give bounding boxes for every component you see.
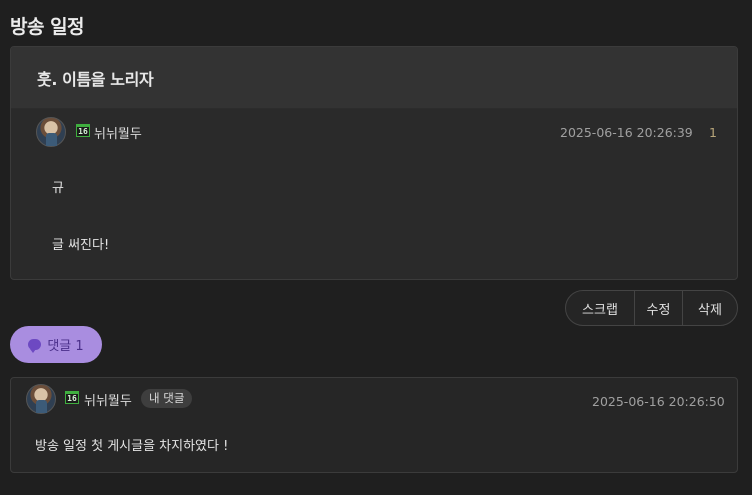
edit-button[interactable]: 수정 xyxy=(635,291,683,325)
comments-toggle-label: 댓글 1 xyxy=(47,339,84,354)
comment-author-name[interactable]: 뉘뉘뭘두 xyxy=(84,390,132,409)
post-meta: 16 뉘뉘뭘두 2025-06-16 20:26:39 1 xyxy=(11,109,737,157)
post-header: 훗. 이틈을 노리자 xyxy=(11,47,737,109)
comment-item: 16 뉘뉘뭘두 내 댓글 2025-06-16 20:26:50 방송 일정 첫… xyxy=(10,377,738,473)
post-body-line: 규 xyxy=(52,181,64,196)
author-avatar[interactable] xyxy=(36,117,66,147)
board-title: 방송 일정 xyxy=(10,16,85,38)
scrap-button[interactable]: 스크랩 xyxy=(566,291,635,325)
delete-button[interactable]: 삭제 xyxy=(683,291,737,325)
post-view-count: 1 xyxy=(709,125,717,140)
comment-author-avatar[interactable] xyxy=(26,384,56,414)
speech-bubble-icon xyxy=(28,339,42,353)
post-body-line: 글 써진다! xyxy=(52,238,110,253)
my-comment-badge: 내 댓글 xyxy=(141,389,193,408)
level-badge-icon: 16 xyxy=(65,391,79,404)
comment-timestamp: 2025-06-16 20:26:50 xyxy=(592,394,725,409)
level-badge-icon: 16 xyxy=(76,124,90,137)
post-action-group: 스크랩 수정 삭제 xyxy=(565,290,738,326)
post-author-name[interactable]: 뉘뉘뭘두 xyxy=(94,123,142,142)
post-card: 훗. 이틈을 노리자 16 뉘뉘뭘두 2025-06-16 20:26:39 1… xyxy=(10,46,738,280)
post-title: 훗. 이틈을 노리자 xyxy=(37,70,154,89)
post-timestamp: 2025-06-16 20:26:39 xyxy=(560,125,693,140)
post-body: 규 글 써진다! xyxy=(11,157,737,279)
comment-text: 방송 일정 첫 게시글을 차지하였다 ! xyxy=(35,439,229,454)
comments-toggle-button[interactable]: 댓글 1 xyxy=(10,326,102,363)
